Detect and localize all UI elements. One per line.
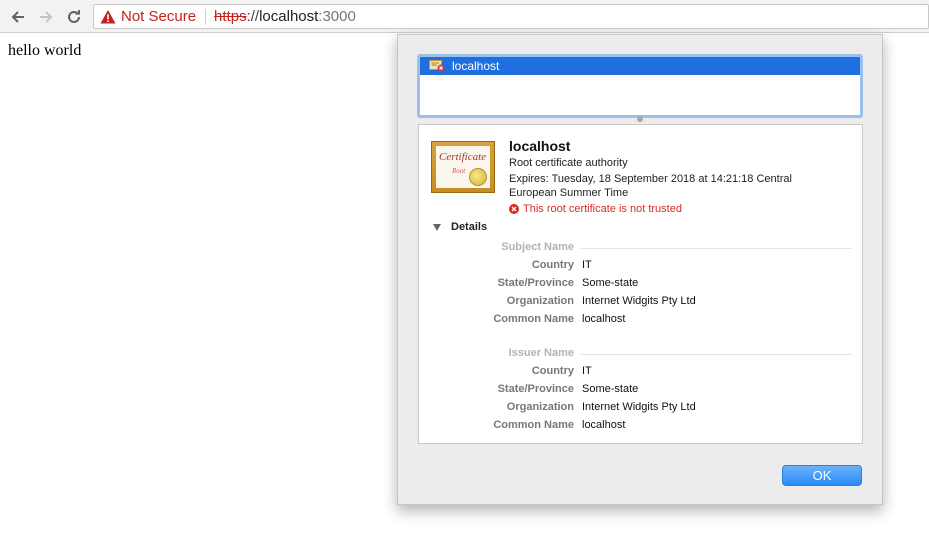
certificate-image-paper: Certificate Root [436,146,490,188]
issuer-organization-row: Organization Internet Widgits Pty Ltd [419,401,864,415]
certificate-list-item-label: localhost [452,59,500,73]
certificate-image-word: Certificate [439,151,487,163]
subject-organization-row: Organization Internet Widgits Pty Ltd [419,295,864,309]
certificate-icon [429,60,445,72]
issuer-common-name-row: Common Name localhost [419,419,864,433]
field-value: Some-state [582,383,639,395]
field-label: State/Province [497,383,574,395]
security-status-label[interactable]: Not Secure [121,8,196,25]
error-circle-icon [509,204,519,214]
field-value: IT [582,259,592,271]
certificate-list[interactable]: localhost [417,54,863,118]
field-value: Some-state [582,277,639,289]
field-label: Common Name [493,419,574,431]
issuer-name-section: Issuer Name [419,347,864,361]
issuer-country-row: Country IT [419,365,864,379]
url-separator: :// [246,8,260,25]
subject-name-heading: Subject Name [501,241,574,253]
certificate-seal-icon [469,168,487,186]
certificate-icon: Certificate Root [431,141,495,193]
field-label: Country [531,259,574,271]
reload-button[interactable] [63,6,85,28]
forward-arrow-icon [40,11,53,23]
certificate-type: Root certificate authority [509,157,628,169]
ok-button[interactable]: OK [782,465,862,486]
certificate-name: localhost [509,138,571,154]
browser-toolbar: Not Secure https :// localhost :3000 [0,0,929,33]
field-value: Internet Widgits Pty Ltd [582,401,696,413]
field-value: localhost [582,313,626,325]
url-port: :3000 [318,8,356,25]
certificate-dialog: localhost Certificate Root localhost Roo… [397,34,883,505]
url-host: localhost [259,8,319,25]
back-button[interactable] [7,6,29,28]
disclosure-triangle-icon [433,223,441,231]
certificate-expiry: Expires: Tuesday, 18 September 2018 at 1… [509,173,792,199]
address-bar[interactable]: Not Secure https :// localhost :3000 [93,4,929,29]
field-label: Common Name [493,313,574,325]
subject-name-section: Subject Name [419,241,864,255]
subject-common-name-row: Common Name localhost [419,313,864,327]
details-label: Details [451,221,488,233]
field-label: Organization [506,295,574,307]
field-value: IT [582,365,592,377]
url-scheme: https [214,8,247,25]
certificate-image-sub: Root [452,167,466,175]
certificate-list-item[interactable]: localhost [420,57,860,75]
subject-state-row: State/Province Some-state [419,277,864,291]
trust-error-text: This root certificate is not trusted [523,203,682,215]
page-body-text: hello world [8,42,82,59]
field-label: Organization [506,401,574,413]
field-label: State/Province [497,277,574,289]
field-label: Country [531,365,574,377]
section-divider [581,354,852,355]
subject-country-row: Country IT [419,259,864,273]
section-divider [581,248,852,249]
certificate-details-panel: Certificate Root localhost Root certific… [418,124,863,444]
details-disclosure[interactable]: Details [433,221,487,233]
omnibox-divider [205,8,207,25]
trust-error-message: This root certificate is not trusted [509,203,682,215]
field-value: Internet Widgits Pty Ltd [582,295,696,307]
forward-button[interactable] [35,6,57,28]
warning-triangle-icon [100,9,116,25]
issuer-name-heading: Issuer Name [508,347,574,359]
back-arrow-icon [11,11,24,23]
field-value: localhost [582,419,626,431]
split-view-handle[interactable] [637,116,643,122]
reload-icon [68,10,80,23]
issuer-state-row: State/Province Some-state [419,383,864,397]
